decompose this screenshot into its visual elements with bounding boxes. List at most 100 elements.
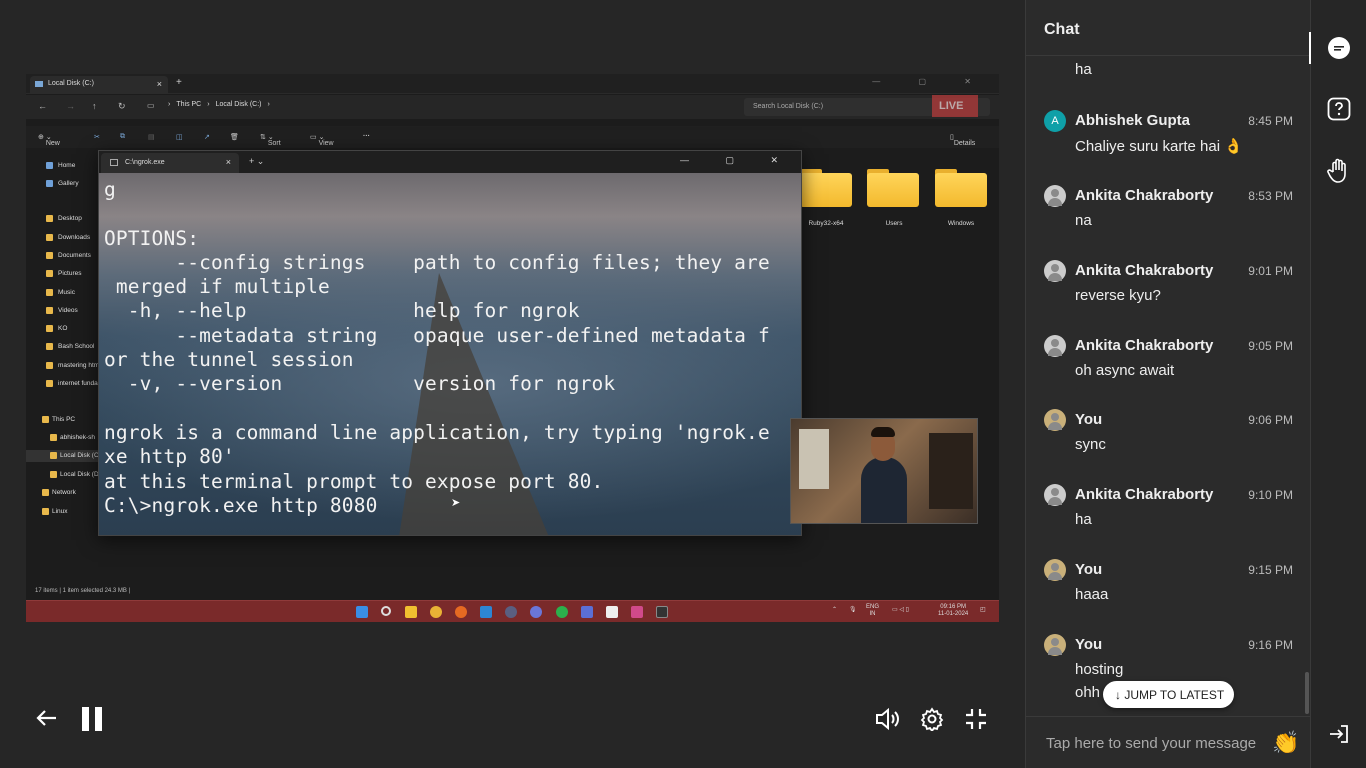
figma-icon	[631, 606, 643, 618]
terminal-output: g OPTIONS: --config strings path to confi…	[104, 178, 798, 518]
raise-hand-button[interactable]	[1327, 158, 1351, 183]
message-author: You	[1075, 636, 1103, 653]
explorer-sidebar-label: Videos	[58, 307, 78, 314]
chat-input[interactable]: Tap here to send your message 👏	[1026, 716, 1311, 768]
folder-label: Ruby32-x64	[808, 220, 844, 227]
explorer-sidebar-label: internet funda	[58, 380, 98, 387]
file-explorer-icon	[405, 606, 417, 618]
folder-icon	[46, 325, 53, 332]
terminal-window: C:\ngrok.exe × + ⌄ — ▢ ✕ g OPTIONS: --conf…	[98, 150, 802, 536]
terminal-icon	[656, 606, 668, 618]
question-icon	[1327, 97, 1351, 121]
message-time: 8:53 PM	[1248, 189, 1293, 203]
pause-button[interactable]	[80, 706, 104, 737]
explorer-status-text: 17 items | 1 item selected 24.3 MB |	[35, 588, 131, 594]
folder-icon	[46, 270, 53, 277]
folder-label: Windows	[947, 220, 975, 227]
folder-icon	[42, 508, 49, 515]
view-label: View	[318, 140, 334, 147]
message-author: Ankita Chakraborty	[1075, 262, 1214, 279]
breadcrumb: › This PC › Local Disk (C:) ›	[168, 101, 270, 108]
avatar	[1044, 185, 1066, 207]
chat-tab-button[interactable]	[1327, 36, 1351, 60]
rail-selected-indicator	[1309, 32, 1311, 64]
terminal-line: merged if multiple	[104, 275, 330, 299]
folder-icon	[46, 380, 53, 387]
explorer-sidebar-label: Downloads	[58, 234, 91, 241]
settings-button[interactable]	[920, 707, 944, 736]
clock: 09:16 PM 11-01-2024	[938, 604, 968, 618]
clock-time: 09:16 PM	[940, 604, 966, 610]
message-author: Ankita Chakraborty	[1075, 187, 1214, 204]
help-button[interactable]	[1327, 97, 1351, 121]
explorer-sidebar-label: Pictures	[58, 270, 82, 277]
message-time: 8:45 PM	[1248, 114, 1293, 128]
terminal-line: OPTIONS:	[104, 226, 200, 250]
speaker-icon	[876, 707, 899, 731]
paste-icon: ▤	[148, 134, 155, 141]
explorer-sidebar-label: abhishek-sh	[60, 434, 96, 441]
chat-scrollbar[interactable]	[1305, 672, 1309, 714]
tray-chevron-icon: ⌃	[832, 607, 838, 613]
arrow-left-icon	[36, 710, 56, 726]
chat-message: A Abhishek Gupta 8:45 PM Chaliye suru karte…	[1026, 110, 1311, 180]
terminal-line: ngrok is a command line application, try…	[104, 420, 770, 444]
back-button[interactable]	[36, 707, 58, 734]
new-label: New	[45, 140, 60, 147]
explorer-sidebar-label: Desktop	[58, 215, 82, 222]
back-icon: ←	[38, 101, 47, 111]
terminal-line: --metadata string opaque user-defined me…	[104, 323, 770, 347]
avatar: A	[1044, 110, 1066, 132]
terminal-line: -h, --help help for ngrok	[104, 299, 580, 323]
chat-message: Ankita Chakraborty 9:10 PM ha	[1026, 484, 1311, 554]
volume-button[interactable]	[875, 707, 901, 736]
live-badge-label: LIVE	[939, 100, 964, 112]
explorer-search-placeholder: Search Local Disk (C:)	[753, 103, 824, 110]
github-icon	[505, 606, 517, 618]
explorer-sidebar-label: Music	[58, 289, 75, 296]
terminal-line: -v, --version version for ngrok	[104, 372, 616, 396]
new-tab-icon: + ⌄	[249, 156, 265, 166]
teams-icon	[581, 606, 593, 618]
message-time: 9:10 PM	[1248, 488, 1293, 502]
message-text: ohh	[1075, 684, 1101, 701]
monitor-icon: ▭	[147, 101, 155, 110]
taskbar: ⌃ 🎙 ENG IN ▭ ◁ ▯ 09:16 PM 11-01-2024 ◰	[26, 600, 999, 622]
explorer-toolbar: ⊕ New ⌄ ✂ ⧉ ▤ ◫ ↗ 🗑 ⇅ Sort ⌄ ▭ View ⌄ ··…	[26, 126, 999, 148]
chat-message: You 9:06 PM sync	[1026, 409, 1311, 479]
folder-icon	[800, 165, 852, 207]
explorer-tabbar: Local Disk (C:) × + — ▢ ✕	[26, 74, 999, 94]
folder-icon	[46, 162, 53, 169]
region-label: IN	[869, 611, 876, 617]
crumb-local-disk: Local Disk (C:)	[215, 101, 262, 108]
explorer-tab: Local Disk (C:) ×	[30, 76, 168, 94]
up-icon: ↑	[92, 101, 97, 111]
spotify-icon	[556, 606, 568, 618]
explorer-sidebar-label: Home	[58, 162, 76, 169]
plus-icon: +	[176, 77, 182, 88]
explorer-sidebar-label: This PC	[52, 416, 76, 423]
chrome-icon	[430, 606, 442, 618]
chat-message-list[interactable]: ha A Abhishek Gupta 8:45 PM Chaliye suru ka…	[1026, 55, 1311, 715]
leave-button[interactable]	[1327, 722, 1351, 746]
chat-title: Chat	[1044, 21, 1080, 38]
firefox-icon	[455, 606, 467, 618]
folder-icon	[935, 165, 987, 207]
exit-fullscreen-button[interactable]	[964, 707, 988, 736]
close-icon: ×	[225, 157, 231, 167]
folder-icon	[50, 452, 57, 459]
mic-icon: 🎙	[849, 607, 857, 613]
terminal-tab-title: C:\ngrok.exe	[125, 159, 165, 166]
explorer-statusbar: 17 items | 1 item selected 24.3 MB |	[26, 584, 999, 600]
folder-icon	[46, 289, 53, 296]
copy-icon: ⧉	[120, 133, 125, 140]
clap-emoji-button[interactable]: 👏	[1272, 730, 1299, 756]
terminal-line: or the tunnel session	[104, 348, 354, 372]
folder-icon	[46, 180, 53, 187]
terminal-titlebar: C:\ngrok.exe × + ⌄ — ▢ ✕	[99, 151, 801, 173]
new-menu: ⊕ New ⌄	[38, 134, 60, 147]
language-indicator: ENG IN	[866, 604, 879, 618]
jump-to-latest-button[interactable]: ↓ JUMP TO LATEST	[1103, 681, 1234, 708]
folder-icon	[46, 362, 53, 369]
